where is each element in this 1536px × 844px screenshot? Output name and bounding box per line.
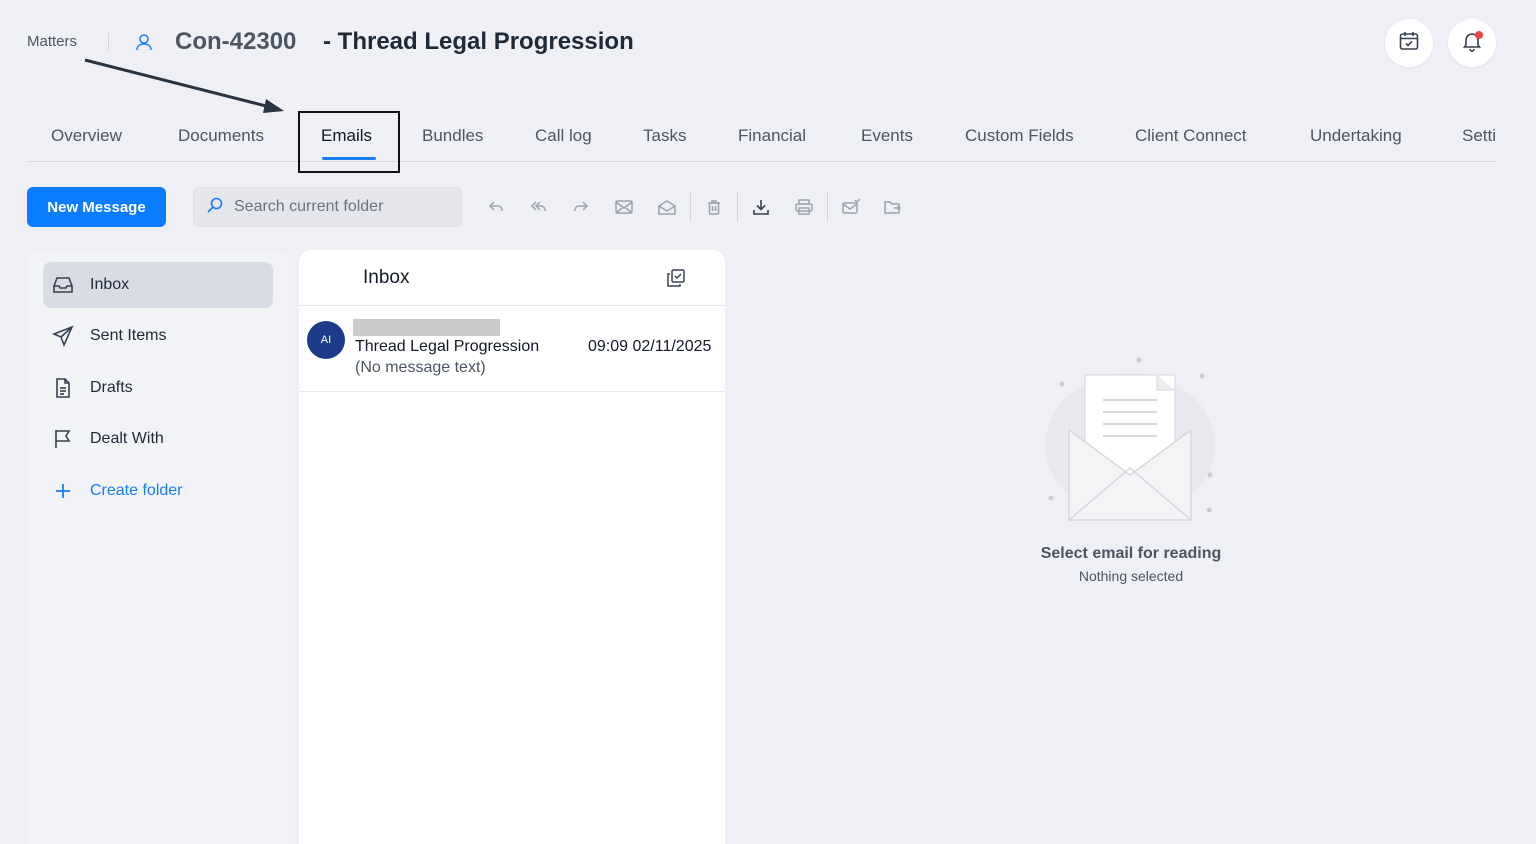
- mark-read-icon[interactable]: [656, 196, 678, 218]
- tab-tasks[interactable]: Tasks: [643, 126, 686, 146]
- toolbar-divider: [737, 192, 738, 222]
- breadcrumb-divider: [108, 33, 109, 51]
- new-message-button[interactable]: New Message: [27, 187, 166, 227]
- multi-select-icon[interactable]: [665, 267, 687, 289]
- folder-panel: Inbox Sent Items Drafts Dealt With Creat…: [27, 250, 289, 844]
- folder-dealt-with[interactable]: Dealt With: [43, 416, 273, 462]
- sender-redacted: [353, 319, 500, 336]
- inbox-icon: [51, 273, 75, 297]
- reply-all-icon[interactable]: [528, 196, 550, 218]
- folder-drafts[interactable]: Drafts: [43, 365, 273, 411]
- folder-sent-items[interactable]: Sent Items: [43, 313, 273, 359]
- tab-custom-fields[interactable]: Custom Fields: [965, 126, 1074, 146]
- tab-documents[interactable]: Documents: [178, 126, 264, 146]
- reply-icon[interactable]: [485, 196, 507, 218]
- document-icon: [51, 376, 75, 400]
- notifications-button[interactable]: [1448, 19, 1496, 67]
- folder-label: Sent Items: [90, 327, 167, 344]
- download-icon[interactable]: [750, 196, 772, 218]
- avatar: AI: [307, 321, 345, 359]
- message-date: 02/11/2025 09:09: [588, 338, 712, 355]
- folder-label: Inbox: [90, 276, 130, 293]
- plus-icon: [51, 479, 75, 503]
- annotation-highlight-box: [298, 111, 400, 173]
- matter-code: Con-42300: [175, 28, 297, 55]
- page-title: - Thread Legal Progression: [323, 28, 634, 55]
- print-icon[interactable]: [793, 196, 815, 218]
- folder-label: Create folder: [90, 482, 183, 499]
- toolbar-divider: [827, 192, 828, 222]
- create-folder-button[interactable]: Create folder: [43, 468, 273, 514]
- flag-icon: [51, 427, 75, 451]
- search-icon: [206, 196, 224, 219]
- message-list: Inbox AI Thread Legal Progression 02/11/…: [299, 250, 725, 844]
- move-folder-icon[interactable]: [882, 196, 904, 218]
- calendar-button[interactable]: [1385, 19, 1433, 67]
- tab-overview[interactable]: Overview: [51, 126, 122, 146]
- assign-icon[interactable]: [840, 196, 862, 218]
- mark-unread-icon[interactable]: [613, 196, 635, 218]
- message-subject: Thread Legal Progression: [355, 338, 540, 355]
- tab-undertaking[interactable]: Undertaking: [1310, 126, 1402, 146]
- notification-badge: [1475, 31, 1483, 39]
- tab-bundles[interactable]: Bundles: [422, 126, 483, 146]
- toolbar-divider: [690, 192, 691, 222]
- calendar-icon: [1398, 30, 1420, 57]
- send-icon: [51, 324, 75, 348]
- search-box: [193, 187, 462, 227]
- message-list-title: Inbox: [363, 267, 410, 288]
- message-preview: (No message text): [355, 359, 486, 376]
- user-icon[interactable]: [134, 32, 154, 52]
- tab-settings[interactable]: Setti: [1462, 126, 1496, 146]
- empty-state-subtitle: Nothing selected: [1078, 568, 1184, 584]
- tab-financial[interactable]: Financial: [738, 126, 806, 146]
- tab-bar: Overview Documents Emails Bundles Call l…: [27, 112, 1496, 162]
- folder-label: Drafts: [90, 379, 133, 396]
- tab-client-connect[interactable]: Client Connect: [1135, 126, 1247, 146]
- empty-state-title: Select email for reading: [1040, 545, 1222, 562]
- forward-icon[interactable]: [570, 196, 592, 218]
- search-input[interactable]: [234, 198, 454, 216]
- empty-mail-illustration: [1045, 357, 1215, 521]
- tab-call-log[interactable]: Call log: [535, 126, 592, 146]
- tab-events[interactable]: Events: [861, 126, 913, 146]
- breadcrumb-matters[interactable]: Matters: [27, 33, 77, 50]
- list-item[interactable]: AI Thread Legal Progression 02/11/2025 0…: [299, 306, 725, 391]
- folder-inbox[interactable]: Inbox: [43, 262, 273, 308]
- delete-icon[interactable]: [703, 196, 725, 218]
- folder-label: Dealt With: [90, 430, 164, 447]
- divider: [299, 391, 725, 392]
